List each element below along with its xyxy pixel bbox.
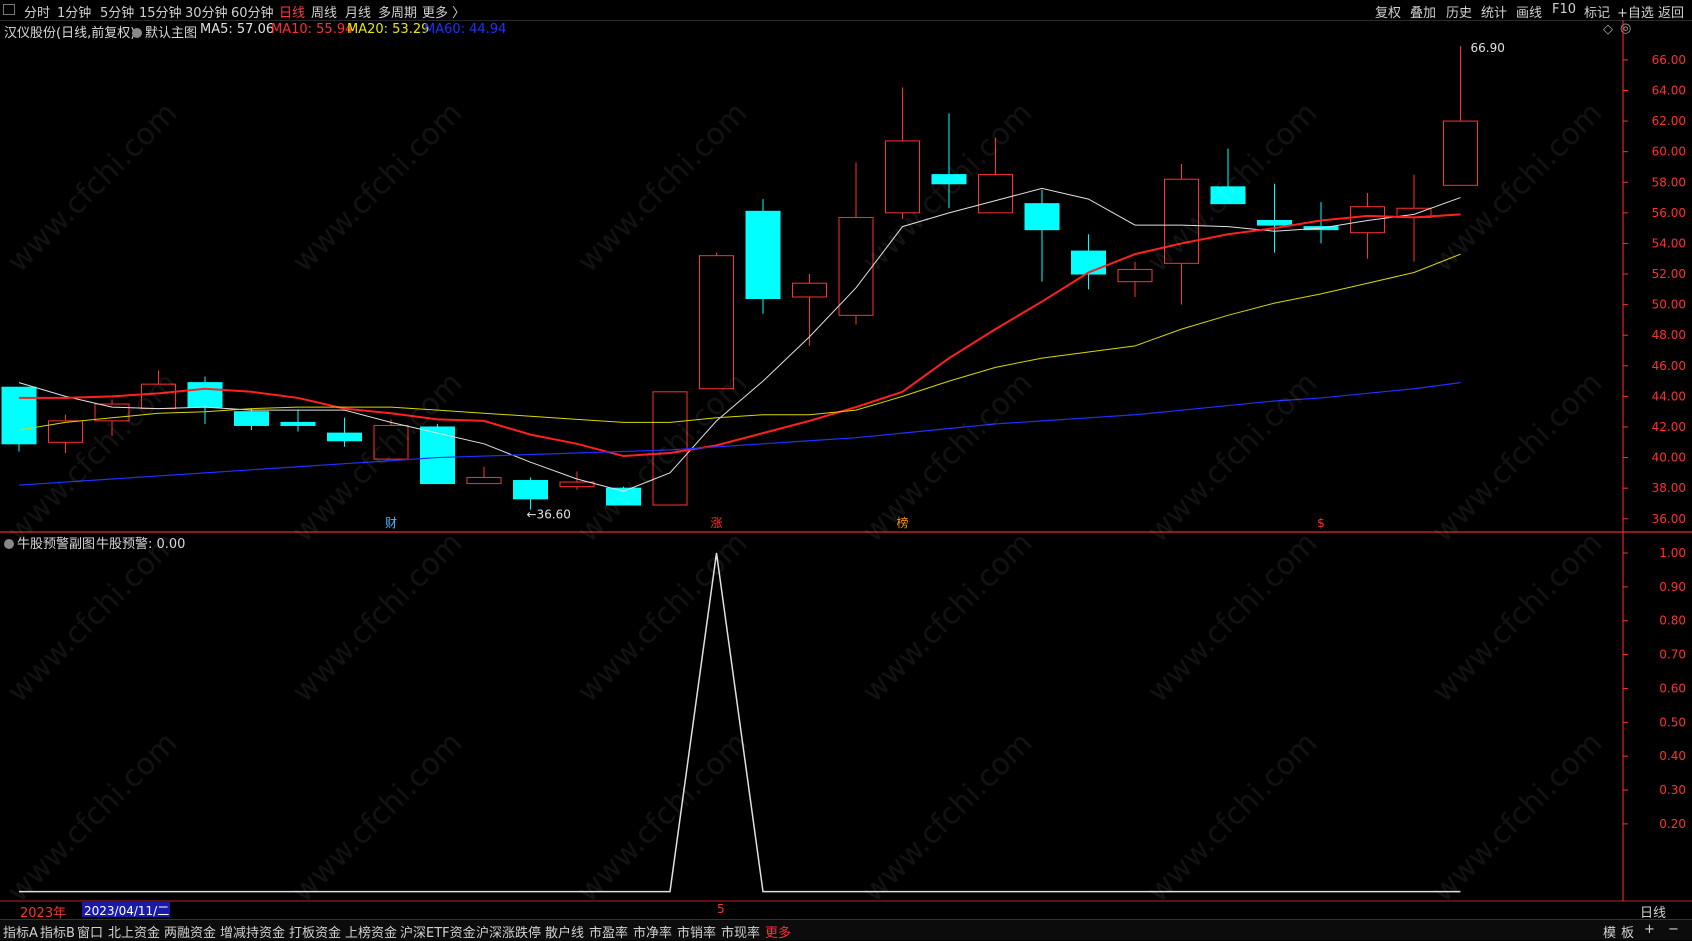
tab-margin[interactable]: 两融资金 <box>164 922 216 941</box>
candle-body <box>1024 203 1060 231</box>
sub-tick-label: 0.50 <box>1659 715 1686 729</box>
price-tick-label: 62.00 <box>1652 114 1686 128</box>
sub-tick-label: 0.90 <box>1659 580 1686 594</box>
tab-pcf[interactable]: 市现率 <box>721 922 760 941</box>
candle-body <box>1071 250 1106 275</box>
tab-pe[interactable]: 市盈率 <box>589 922 628 941</box>
indicator-tab-bar: 指标A 指标B 窗口 北上资金 两融资金 增减持资金 打板资金 上榜资金 沪深E… <box>0 919 1692 941</box>
price-tick-label: 50.00 <box>1652 298 1686 312</box>
tab-limit-stats[interactable]: 沪深涨跌停 <box>476 922 541 941</box>
candle-body <box>792 282 827 298</box>
sub-tick-label: 0.20 <box>1659 817 1686 831</box>
price-tick-label: 58.00 <box>1652 175 1686 189</box>
price-tick-label: 40.00 <box>1652 451 1686 465</box>
candle-body <box>1443 120 1478 186</box>
price-tick-label: 66.00 <box>1652 53 1686 67</box>
sub-tick-label: 0.40 <box>1659 749 1686 763</box>
tab-toplist-funds[interactable]: 上榜资金 <box>345 922 397 941</box>
cursor-date: 2023/04/11/二 <box>82 902 170 918</box>
price-tick-label: 42.00 <box>1652 420 1686 434</box>
price-tick-label: 60.00 <box>1652 145 1686 159</box>
candle-body <box>1 386 37 445</box>
event-marker: 财 <box>385 516 397 530</box>
candle-body <box>1350 206 1385 234</box>
tab-etf-funds[interactable]: 沪深ETF资金 <box>400 922 476 941</box>
candle-body <box>885 140 920 214</box>
price-tick-label: 64.00 <box>1652 83 1686 97</box>
candle-body <box>745 210 781 300</box>
candle-body <box>931 174 967 185</box>
candle-body <box>141 383 176 410</box>
sub-tick-label: 0.70 <box>1659 648 1686 662</box>
ma-line-ma60 <box>18 382 1461 486</box>
tab-northbound[interactable]: 北上资金 <box>108 922 160 941</box>
date-marker: 5 <box>717 902 725 916</box>
sub-tick-label: 0.80 <box>1659 614 1686 628</box>
price-tick-label: 56.00 <box>1652 206 1686 220</box>
event-marker: 榜 <box>896 515 908 530</box>
candle-body <box>699 255 734 390</box>
zoom-in-button[interactable]: + <box>1644 922 1655 937</box>
zoom-out-button[interactable]: − <box>1668 922 1679 937</box>
tab-limit-up-funds[interactable]: 打板资金 <box>289 922 341 941</box>
event-marker: $ <box>1317 516 1325 530</box>
high-price-label: 66.90 <box>1471 41 1505 55</box>
candle-body <box>327 432 362 442</box>
price-tick-label: 44.00 <box>1652 389 1686 403</box>
event-marker: 涨 <box>710 515 722 530</box>
sub-tick-label: 1.00 <box>1659 546 1686 560</box>
tab-ps[interactable]: 市销率 <box>677 922 716 941</box>
price-tick-label: 52.00 <box>1652 267 1686 281</box>
tab-window[interactable]: 窗口 <box>77 922 103 941</box>
price-tick-label: 46.00 <box>1652 359 1686 373</box>
tab-pb[interactable]: 市净率 <box>633 922 672 941</box>
candle-body <box>280 421 316 426</box>
tab-indicator-a[interactable]: 指标A <box>3 922 38 941</box>
sub-tick-label: 0.60 <box>1659 681 1686 695</box>
candle-body <box>1117 268 1153 283</box>
date-bar: 2023年 2023/04/11/二 5 日线 <box>0 902 1692 921</box>
candle-body <box>373 424 409 460</box>
price-tick-label: 36.00 <box>1652 512 1686 526</box>
board-button[interactable]: 板 <box>1621 922 1634 941</box>
candle-body <box>94 403 130 422</box>
price-tick-label: 38.00 <box>1652 481 1686 495</box>
kline-chart[interactable]: 66.00 64.00 62.00 60.00 58.00 56.00 54.00 52.00… <box>0 0 1692 939</box>
candle-body <box>234 411 269 426</box>
candle-body <box>978 174 1013 214</box>
candle-body <box>652 391 688 506</box>
tab-more[interactable]: 更多 <box>765 922 791 941</box>
signal-line <box>19 552 1461 893</box>
candle-body <box>1164 178 1199 264</box>
candle-body <box>1257 219 1292 226</box>
candle-body <box>513 480 548 500</box>
sub-tick-label: 0.30 <box>1659 783 1686 797</box>
candle-body <box>466 476 502 485</box>
template-button[interactable]: 模 <box>1603 922 1616 941</box>
low-price-label: ←36.60 <box>527 508 571 522</box>
price-tick-label: 54.00 <box>1652 236 1686 250</box>
candle-body <box>1210 186 1246 205</box>
tab-indicator-b[interactable]: 指标B <box>40 922 75 941</box>
candle-body <box>187 382 223 408</box>
candle-body <box>559 481 595 488</box>
tab-holding-change[interactable]: 增减持资金 <box>220 922 285 941</box>
tab-retail-line[interactable]: 散户线 <box>545 922 584 941</box>
price-tick-label: 48.00 <box>1652 328 1686 342</box>
